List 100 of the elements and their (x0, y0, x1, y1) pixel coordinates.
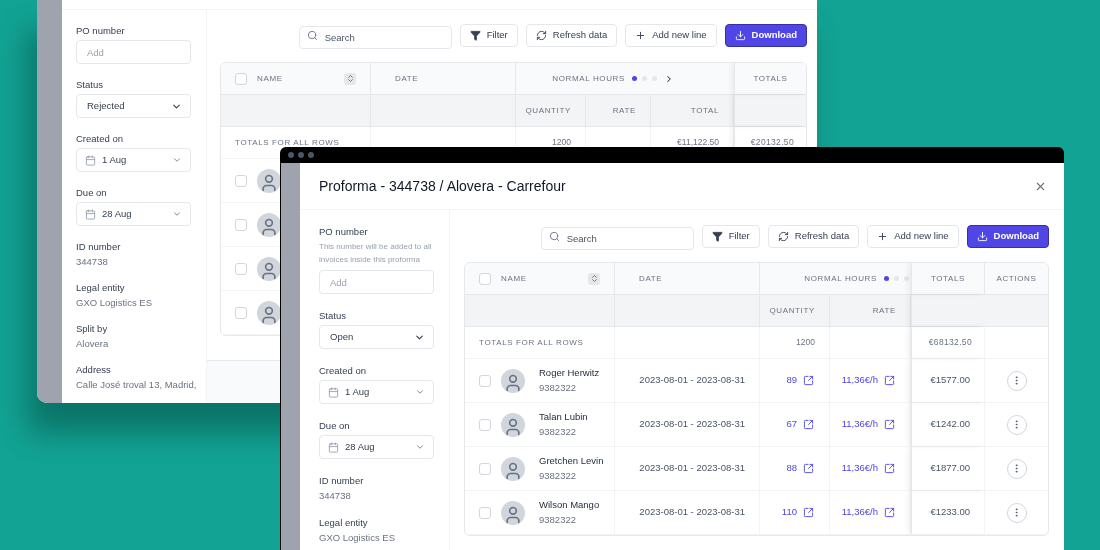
column-header: NAME (501, 272, 528, 285)
column-header: NORMAL HOURS (552, 72, 625, 85)
date-picker[interactable]: 1 Aug (319, 380, 434, 404)
quantity-link[interactable]: 89 (786, 373, 797, 388)
avatar-placeholder (257, 256, 281, 281)
plus-icon (877, 231, 889, 242)
download-icon (976, 231, 988, 242)
rate-link[interactable]: 11,36€/h (841, 417, 878, 432)
avatar-placeholder (257, 300, 281, 325)
sort-icon (589, 274, 599, 283)
refresh-button[interactable]: Refresh data (767, 225, 860, 248)
totals-cell: €68132.50 (928, 336, 972, 349)
totals-label: TOTALS FOR ALL ROWS (479, 336, 584, 349)
external-link-icon[interactable] (803, 419, 814, 430)
field-label: ID number (76, 241, 121, 252)
field-value: GXO Logistics ES (319, 532, 396, 543)
date-picker[interactable]: 1 Aug (76, 148, 191, 172)
refresh-icon (777, 231, 789, 242)
text-input[interactable]: Add (76, 40, 191, 64)
date-picker[interactable]: 28 Aug (319, 435, 434, 459)
totals-cell: €20132.50 (750, 136, 794, 149)
person-id: 9382322 (539, 512, 577, 527)
field-label: Status (76, 79, 103, 90)
filter-button[interactable]: Filter (701, 225, 760, 248)
column-header: DATE (395, 72, 419, 85)
column-header: RATE (872, 304, 896, 317)
quantity-link[interactable]: 67 (786, 417, 797, 432)
column-header: QUANTITY (525, 104, 571, 117)
total-cell: €1877.00 (930, 461, 970, 476)
external-link-icon[interactable] (884, 463, 895, 474)
sort-button[interactable] (344, 72, 356, 85)
person-name: Talan Lubin (539, 410, 588, 425)
add-button[interactable]: Add new line (867, 225, 959, 248)
field-label: PO number (76, 25, 125, 36)
status-select[interactable]: Open (319, 325, 434, 349)
filter-button[interactable]: Filter (459, 24, 518, 47)
field-label: Due on (319, 420, 350, 431)
search-field[interactable]: Search (298, 26, 452, 49)
checkbox[interactable] (479, 272, 491, 285)
checkbox[interactable] (479, 506, 491, 519)
avatar-placeholder (501, 412, 525, 437)
search-field[interactable]: Search (540, 227, 694, 250)
external-link-icon[interactable] (803, 463, 814, 474)
column-header: RATE (612, 104, 636, 117)
more-button[interactable] (1006, 502, 1027, 523)
dialog-title: Proforma - 344738 / Alovera - Carrefour (319, 176, 566, 196)
sort-button[interactable] (588, 272, 600, 285)
total-cell: €1233.00 (930, 505, 970, 520)
checkbox[interactable] (479, 418, 491, 431)
field-value: Alovera (76, 338, 109, 349)
external-link-icon[interactable] (803, 507, 814, 518)
checkbox[interactable] (235, 72, 247, 85)
checkbox[interactable] (479, 462, 491, 475)
field-label: Due on (76, 187, 107, 198)
external-link-icon[interactable] (884, 419, 895, 430)
download-button[interactable]: Download (724, 24, 807, 47)
refresh-button[interactable]: Refresh data (525, 24, 618, 47)
external-link-icon[interactable] (803, 375, 814, 386)
more-button[interactable] (1006, 414, 1027, 435)
status-select[interactable]: Rejected (76, 94, 191, 118)
rate-link[interactable]: 11,36€/h (841, 373, 878, 388)
download-button[interactable]: Download (966, 225, 1049, 248)
date-range: 2023-08-01 - 2023-08-31 (639, 505, 745, 520)
person-id: 9382322 (539, 424, 577, 439)
field-value: 344738 (319, 490, 351, 501)
funnel-icon (469, 30, 481, 41)
more-button[interactable] (1006, 370, 1027, 391)
field-label: Address (76, 364, 111, 375)
sort-icon (345, 74, 355, 83)
quantity-link[interactable]: 88 (786, 461, 797, 476)
quantity-link[interactable]: 110 (781, 505, 797, 520)
date-range: 2023-08-01 - 2023-08-31 (639, 417, 745, 432)
field-label: Legal entity (319, 517, 368, 528)
chevron-right-icon[interactable] (664, 73, 674, 84)
date-picker[interactable]: 28 Aug (76, 202, 191, 226)
field-value: GXO Logistics ES (76, 297, 153, 308)
rate-link[interactable]: 11,36€/h (841, 461, 878, 476)
column-header: TOTALS (930, 272, 966, 285)
add-button[interactable]: Add new line (625, 24, 717, 47)
field-label: Legal entity (76, 282, 125, 293)
text-input[interactable]: Add (319, 270, 434, 294)
calendar-icon (328, 441, 339, 453)
checkbox[interactable] (235, 262, 247, 275)
search-icon (548, 231, 560, 242)
plus-icon (635, 30, 647, 41)
checkbox[interactable] (479, 374, 491, 387)
external-link-icon[interactable] (884, 507, 895, 518)
person-name: Gretchen Levin (539, 454, 604, 469)
checkbox[interactable] (235, 174, 247, 187)
person-id: 9382322 (539, 468, 577, 483)
more-button[interactable] (1006, 458, 1027, 479)
calendar-icon (85, 154, 96, 166)
rate-link[interactable]: 11,36€/h (841, 505, 878, 520)
calendar-icon (85, 208, 96, 220)
column-header: NAME (257, 72, 284, 85)
checkbox[interactable] (235, 218, 247, 231)
checkbox[interactable] (235, 306, 247, 319)
field-label: Split by (76, 323, 108, 334)
totals-cell: 1200 (552, 136, 571, 149)
external-link-icon[interactable] (884, 375, 895, 386)
